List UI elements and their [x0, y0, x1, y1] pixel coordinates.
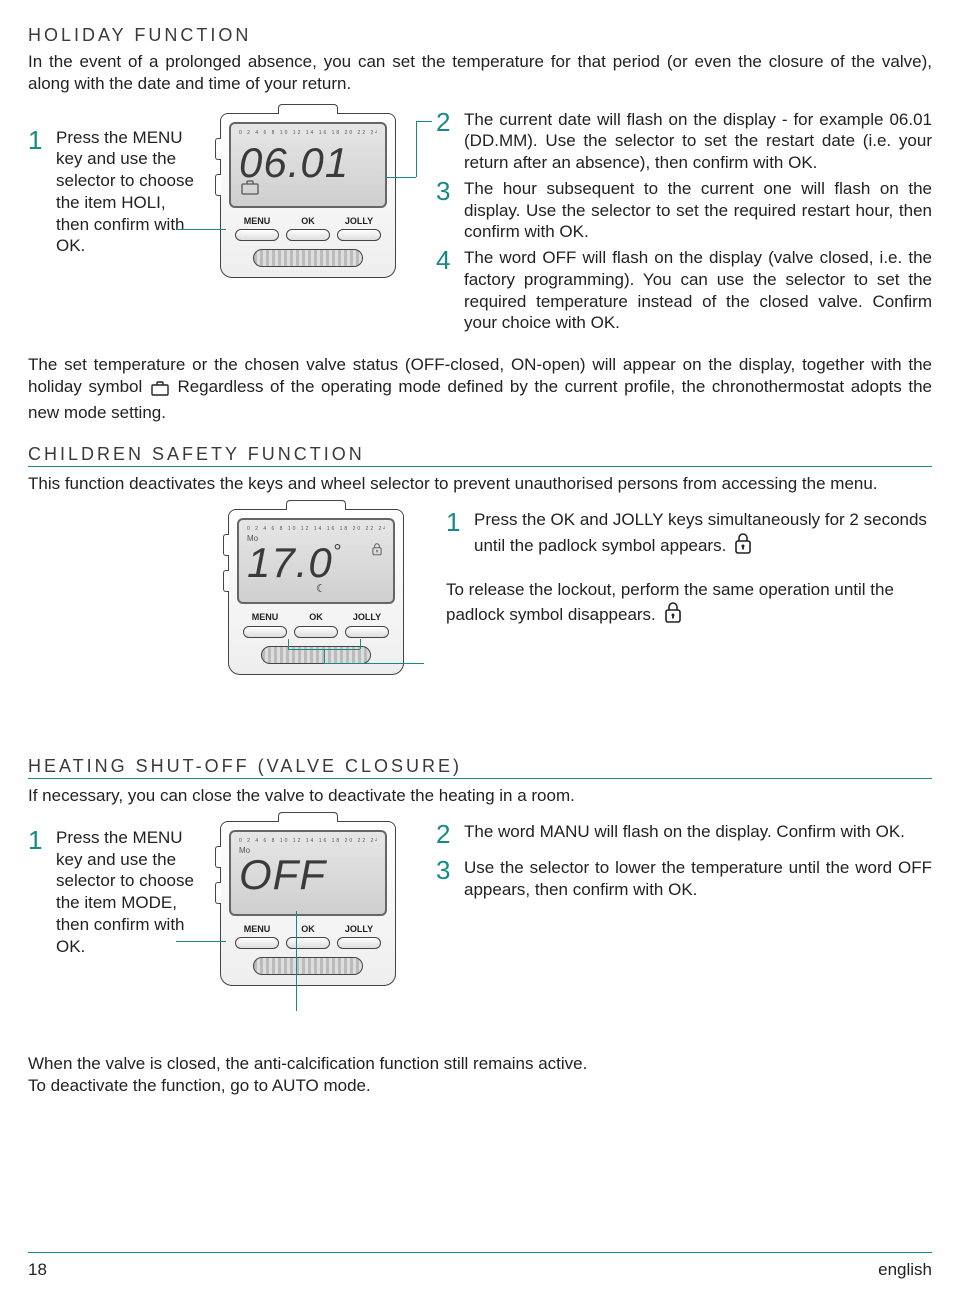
step-text: The current date will flash on the displ…: [464, 109, 932, 174]
jolly-button-label: JOLLY: [345, 612, 389, 624]
lcd-screen: 0 2 4 6 8 10 12 14 16 18 20 22 24 06.01: [229, 122, 387, 208]
step-number: 1: [28, 127, 46, 153]
shutoff-intro: If necessary, you can close the valve to…: [28, 785, 932, 807]
text: Press the OK and JOLLY keys simultaneous…: [474, 510, 927, 555]
menu-button-label: MENU: [243, 612, 287, 624]
shutoff-title: HEATING SHUT-OFF (VALVE CLOSURE): [28, 755, 932, 779]
suitcase-icon: [151, 380, 169, 402]
lcd-screen: 0 2 4 6 8 10 12 14 16 18 20 22 24 Mo OFF: [229, 830, 387, 916]
holiday-section: HOLIDAY FUNCTION In the event of a prolo…: [28, 24, 932, 423]
page-footer: 18 english: [28, 1252, 932, 1281]
text: When the valve is closed, the anti-calci…: [28, 1053, 932, 1075]
step-text: Use the selector to lower the temperatur…: [464, 857, 932, 901]
lcd-value: OFF: [239, 854, 377, 896]
ok-button: [294, 626, 338, 638]
ok-button: [286, 229, 330, 241]
shutoff-section: HEATING SHUT-OFF (VALVE CLOSURE) If nece…: [28, 755, 932, 1096]
jolly-button-label: JOLLY: [337, 216, 381, 228]
device-illustration: 0 2 4 6 8 10 12 14 16 18 20 22 24 06.01 …: [220, 113, 396, 279]
jolly-button: [345, 626, 389, 638]
suitcase-icon: [241, 179, 259, 195]
step-text: Press the OK and JOLLY keys simultaneous…: [474, 509, 932, 561]
padlock-icon: [663, 600, 683, 630]
menu-button: [235, 229, 279, 241]
ok-button-label: OK: [286, 924, 330, 936]
ok-button: [286, 937, 330, 949]
selector-wheel: [253, 249, 363, 267]
step-number: 2: [436, 109, 454, 135]
holiday-paragraph: The set temperature or the chosen valve …: [28, 354, 932, 423]
lcd-unit: °: [333, 541, 342, 563]
step-text: The word MANU will flash on the display.…: [464, 821, 932, 843]
jolly-button-label: JOLLY: [337, 924, 381, 936]
menu-button-label: MENU: [235, 924, 279, 936]
step-number: 1: [446, 509, 464, 535]
selector-wheel: [253, 957, 363, 975]
ok-button-label: OK: [294, 612, 338, 624]
page-language: english: [878, 1259, 932, 1281]
holiday-steps-right: 2 The current date will flash on the dis…: [436, 109, 932, 339]
step-text: The word OFF will flash on the display (…: [464, 247, 932, 334]
jolly-button: [337, 937, 381, 949]
step-number: 1: [28, 827, 46, 853]
step-number: 3: [436, 857, 454, 883]
text: To deactivate the function, go to AUTO m…: [28, 1075, 932, 1097]
ok-button-label: OK: [286, 216, 330, 228]
menu-button-label: MENU: [235, 216, 279, 228]
safety-section: CHILDREN SAFETY FUNCTION This function d…: [28, 443, 932, 719]
step-text: To release the lockout, perform the same…: [446, 579, 932, 631]
step-number: 2: [436, 821, 454, 847]
step-text: The hour subsequent to the current one w…: [464, 178, 932, 243]
lcd-value: 06.01: [239, 142, 377, 184]
padlock-icon: [733, 531, 753, 561]
holiday-title: HOLIDAY FUNCTION: [28, 24, 932, 47]
safety-title: CHILDREN SAFETY FUNCTION: [28, 443, 932, 467]
jolly-button: [337, 229, 381, 241]
step-number: 3: [436, 178, 454, 204]
holiday-step1: 1 Press the MENU key and use the selecto…: [28, 127, 198, 258]
page-number: 18: [28, 1259, 47, 1281]
padlock-icon: [371, 540, 383, 562]
shutoff-notes: When the valve is closed, the anti-calci…: [28, 1053, 932, 1097]
menu-button: [243, 626, 287, 638]
menu-button: [235, 937, 279, 949]
device-illustration: 0 2 4 6 8 10 12 14 16 18 20 22 24 Mo OFF…: [220, 821, 396, 987]
step-number: 4: [436, 247, 454, 273]
lcd-value: 17.0: [247, 539, 333, 586]
step-text: Press the MENU key and use the selector …: [56, 827, 198, 958]
lcd-screen: 0 2 4 6 8 10 12 14 16 18 20 22 24 Mo 17.…: [237, 518, 395, 604]
safety-intro: This function deactivates the keys and w…: [28, 473, 932, 495]
step-text: Press the MENU key and use the selector …: [56, 127, 198, 258]
holiday-intro: In the event of a prolonged absence, you…: [28, 51, 932, 95]
shutoff-step1: 1 Press the MENU key and use the selecto…: [28, 827, 198, 958]
